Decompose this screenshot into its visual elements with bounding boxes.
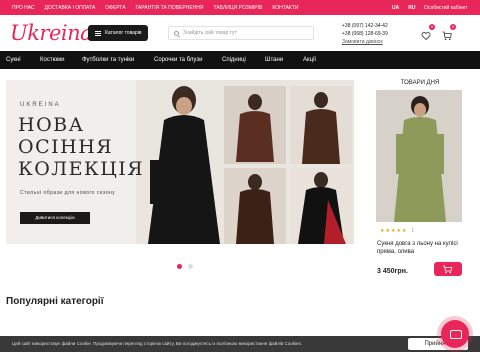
slider-dot-2[interactable] [188, 264, 193, 269]
slider-dot-1[interactable] [177, 264, 182, 269]
rating-count: 1 [411, 228, 415, 234]
callback-link[interactable]: Замовити дзвінок [342, 38, 388, 46]
hero-banner[interactable]: UKREINA НОВА ОСІННЯ КОЛЕКЦІЯ Стильні обр… [6, 80, 354, 244]
wishlist-badge: 0 [429, 24, 435, 30]
nav-item-skirts[interactable]: Спідниці [222, 57, 246, 63]
top-bar: ПРО НАС ДОСТАВКА І ОПЛАТА ОФЕРТА ГАРАНТІ… [0, 0, 480, 15]
nav-item-suits[interactable]: Костюми [40, 57, 65, 63]
banner-heading-line-3: КОЛЕКЦІЯ [18, 158, 145, 180]
top-links: ПРО НАС ДОСТАВКА І ОПЛАТА ОФЕРТА ГАРАНТІ… [12, 5, 298, 11]
banner-heading: НОВА ОСІННЯ КОЛЕКЦІЯ [18, 114, 144, 180]
lang-ru[interactable]: RU [408, 5, 415, 11]
banner-brand: UKREINA [20, 102, 61, 108]
link-contacts[interactable]: КОНТАКТИ [272, 5, 298, 11]
search-placeholder: Знайдіть свій товар тут [183, 30, 237, 36]
banner-subtitle: Стильні образи для нового сезону [20, 190, 116, 196]
view-collection-button[interactable]: Дивитися колекцію [20, 212, 90, 224]
cart-badge: 0 [450, 24, 456, 30]
cart-icon [443, 265, 453, 274]
lang-ua[interactable]: UA [392, 5, 399, 11]
link-warranty[interactable]: ГАРАНТІЯ ТА ПОВЕРНЕННЯ [136, 5, 204, 11]
language-switch: UA RU [392, 5, 415, 11]
star-icon: ★ [396, 228, 401, 234]
catalog-label: Каталог товарів [105, 30, 142, 36]
product-price: 3 450грн. [377, 268, 408, 275]
slider-dots [177, 264, 193, 269]
cookie-banner: Цей сайт використовує файли Cookie. Прод… [0, 336, 480, 352]
nav-item-sales[interactable]: Акції [303, 57, 316, 63]
nav-item-tshirts[interactable]: Футболки та туніки [82, 57, 134, 63]
product-photo [376, 90, 462, 222]
product-image[interactable] [376, 90, 462, 222]
phones-block: +38 (097) 142-34-42 +38 (068) 128-69-39 … [342, 22, 388, 46]
cookie-text: Цей сайт використовує файли Cookie. Прод… [12, 341, 303, 346]
popular-categories-title: Популярні категорії [6, 296, 104, 307]
star-icon: ★ [390, 228, 396, 234]
main-nav: Сукні Костюми Футболки та туніки Сорочки… [0, 51, 480, 69]
product-name[interactable]: Сукня довга з льону на кулісі пряма, оли… [377, 240, 467, 256]
link-sizes[interactable]: ТАБЛИЦЯ РОЗМІРІВ [214, 5, 263, 11]
logo[interactable]: Ukreina [10, 21, 93, 45]
link-about[interactable]: ПРО НАС [12, 5, 35, 11]
cart-icon[interactable]: 0 [442, 24, 456, 41]
product-of-day: ТОВАРИ ДНЯ [376, 80, 464, 222]
menu-icon [95, 30, 101, 36]
add-to-cart-button[interactable] [434, 262, 462, 276]
banner-heading-line-1: НОВА [18, 114, 85, 136]
search-icon [174, 30, 179, 36]
rating: ★ ★ ★ ★ ★ 1 [380, 228, 414, 234]
catalog-button[interactable]: Каталог товарів [88, 25, 148, 41]
product-of-day-title: ТОВАРИ ДНЯ [400, 80, 440, 86]
account-link[interactable]: Особистий кабінет [424, 5, 467, 11]
star-icon: ★ [385, 228, 390, 234]
star-icon: ★ [380, 228, 385, 234]
nav-item-trousers[interactable]: Штани [265, 57, 283, 63]
phone-1[interactable]: +38 (097) 142-34-42 [342, 22, 388, 30]
nav-item-dresses[interactable]: Сукні [6, 57, 21, 63]
phone-2[interactable]: +38 (068) 128-69-39 [342, 30, 388, 38]
chat-button[interactable] [441, 320, 469, 348]
star-icon: ★ [401, 228, 407, 234]
nav-item-shirts[interactable]: Сорочки та блузи [154, 57, 202, 63]
banner-heading-line-2: ОСІННЯ [18, 136, 114, 158]
link-delivery[interactable]: ДОСТАВКА І ОПЛАТА [45, 5, 96, 11]
header: Ukreina Каталог товарів Знайдіть свій то… [0, 15, 480, 51]
heart-icon[interactable]: 0 [421, 24, 435, 41]
link-offer[interactable]: ОФЕРТА [105, 5, 125, 11]
search-input[interactable]: Знайдіть свій товар тут [168, 26, 314, 40]
